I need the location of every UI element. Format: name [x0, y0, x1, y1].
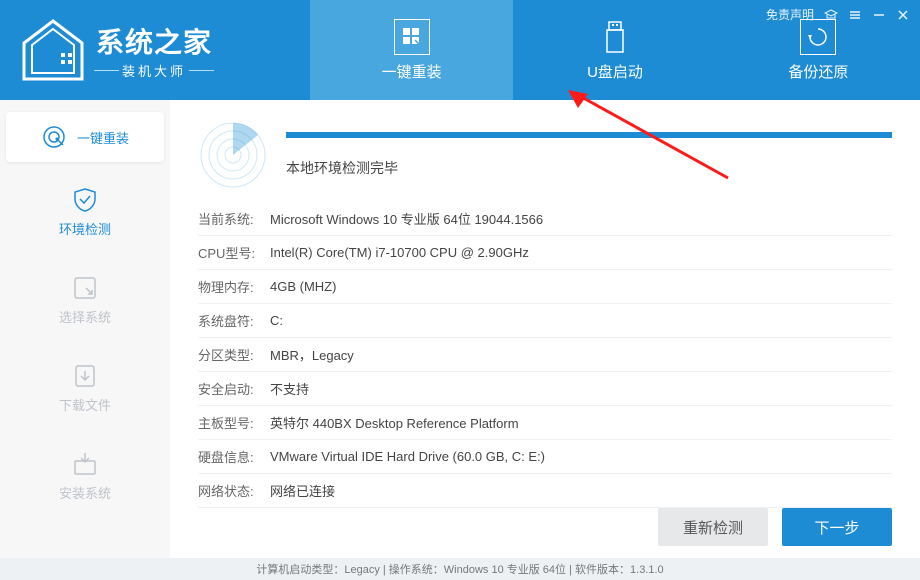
- info-label: 系统盘符:: [198, 311, 270, 330]
- info-value: 4GB (MHZ): [270, 279, 336, 294]
- sidebar-item-label: 安装系统: [59, 483, 111, 502]
- sidebar-item-label: 选择系统: [59, 307, 111, 326]
- scan-radar-icon: [198, 120, 268, 190]
- windows-icon: [394, 19, 430, 55]
- info-row: 硬盘信息:VMware Virtual IDE Hard Drive (60.0…: [198, 440, 892, 474]
- scan-status-text: 本地环境检测完毕: [286, 158, 892, 178]
- info-label: 主板型号:: [198, 413, 270, 432]
- close-icon[interactable]: [896, 8, 910, 22]
- info-row: 当前系统:Microsoft Windows 10 专业版 64位 19044.…: [198, 202, 892, 236]
- tab-label: 备份还原: [788, 61, 848, 82]
- status-bar: 计算机启动类型：Legacy | 操作系统：Windows 10 专业版 64位…: [0, 558, 920, 580]
- info-value: MBR，Legacy: [270, 345, 354, 364]
- sidebar-item-label: 一键重装: [77, 128, 129, 147]
- sidebar-item-select-system: 选择系统: [6, 256, 164, 344]
- sidebar-item-download: 下载文件: [6, 344, 164, 432]
- titlebar-controls: 免责声明: [766, 6, 910, 23]
- info-label: 当前系统:: [198, 209, 270, 228]
- status-text: 计算机启动类型：Legacy | 操作系统：Windows 10 专业版 64位…: [256, 561, 663, 577]
- info-row: 网络状态:网络已连接: [198, 474, 892, 508]
- backup-icon: [800, 19, 836, 55]
- logo-title: 系统之家: [96, 21, 212, 61]
- sidebar-item-env-check: 环境检测: [6, 168, 164, 256]
- sidebar-item-label: 下载文件: [59, 395, 111, 414]
- info-label: 安全启动:: [198, 379, 270, 398]
- info-row: 物理内存:4GB (MHZ): [198, 270, 892, 304]
- next-button[interactable]: 下一步: [782, 508, 892, 546]
- logo-subtitle: 装机大师: [96, 61, 212, 80]
- tab-label: U盘启动: [587, 61, 643, 82]
- info-value: Microsoft Windows 10 专业版 64位 19044.1566: [270, 209, 543, 228]
- info-label: 网络状态:: [198, 481, 270, 500]
- select-icon: [72, 275, 98, 301]
- info-row: 主板型号:英特尔 440BX Desktop Reference Platfor…: [198, 406, 892, 440]
- tab-label: 一键重装: [382, 61, 442, 82]
- info-label: CPU型号:: [198, 243, 270, 262]
- recheck-button[interactable]: 重新检测: [658, 508, 768, 546]
- menu-icon[interactable]: [848, 8, 862, 22]
- info-value: 网络已连接: [270, 481, 335, 500]
- info-row: 分区类型:MBR，Legacy: [198, 338, 892, 372]
- info-value: 英特尔 440BX Desktop Reference Platform: [270, 413, 519, 432]
- info-value: 不支持: [270, 379, 309, 398]
- info-label: 分区类型:: [198, 345, 270, 364]
- info-value: C:: [270, 313, 283, 328]
- disclaimer-link[interactable]: 免责声明: [766, 6, 814, 23]
- tab-usb-boot[interactable]: U盘启动: [513, 0, 716, 100]
- logo-icon: [18, 15, 88, 85]
- sidebar: 一键重装 环境检测 选择系统 下载文件 安装系统: [0, 100, 170, 558]
- graduation-icon[interactable]: [824, 8, 838, 22]
- info-row: 安全启动:不支持: [198, 372, 892, 406]
- sidebar-item-install: 安装系统: [6, 432, 164, 520]
- info-value: Intel(R) Core(TM) i7-10700 CPU @ 2.90GHz: [270, 245, 529, 260]
- target-icon: [41, 124, 67, 150]
- info-row: CPU型号:Intel(R) Core(TM) i7-10700 CPU @ 2…: [198, 236, 892, 270]
- usb-icon: [597, 19, 633, 55]
- info-label: 硬盘信息:: [198, 447, 270, 466]
- install-icon: [72, 451, 98, 477]
- main-content: 本地环境检测完毕 当前系统:Microsoft Windows 10 专业版 6…: [170, 100, 920, 558]
- info-label: 物理内存:: [198, 277, 270, 296]
- shield-icon: [72, 187, 98, 213]
- info-value: VMware Virtual IDE Hard Drive (60.0 GB, …: [270, 449, 545, 464]
- download-icon: [72, 363, 98, 389]
- logo-area: 系统之家 装机大师: [0, 0, 310, 100]
- tab-reinstall[interactable]: 一键重装: [310, 0, 513, 100]
- info-row: 系统盘符:C:: [198, 304, 892, 338]
- sidebar-item-reinstall[interactable]: 一键重装: [6, 112, 164, 162]
- minimize-icon[interactable]: [872, 8, 886, 22]
- app-header: 系统之家 装机大师 一键重装 U盘启动 备份还原 免责声明: [0, 0, 920, 100]
- system-info-table: 当前系统:Microsoft Windows 10 专业版 64位 19044.…: [198, 202, 892, 508]
- progress-bar: [286, 132, 892, 138]
- sidebar-item-label: 环境检测: [59, 219, 111, 238]
